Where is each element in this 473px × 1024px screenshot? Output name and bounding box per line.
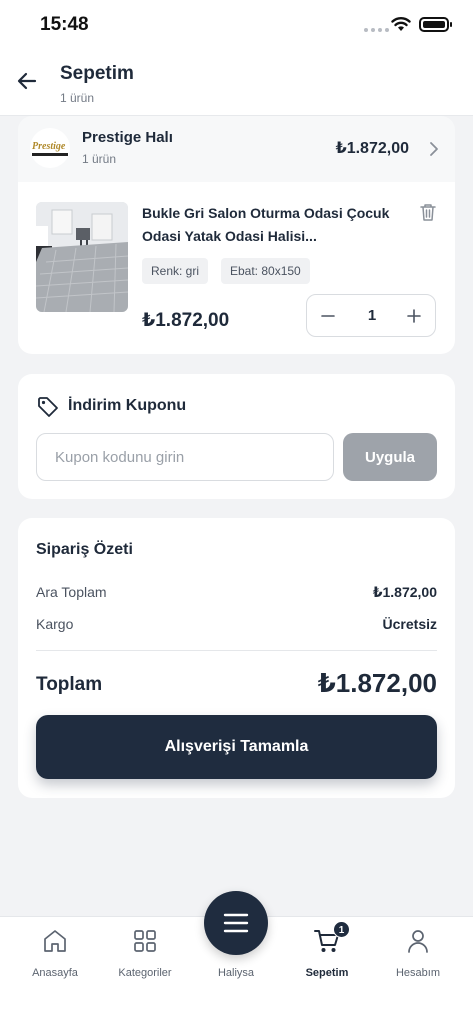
order-summary-card: Sipariş Özeti Ara Toplam ₺1.872,00 Kargo… (18, 518, 455, 798)
shipping-value: Ücretsiz (382, 616, 437, 632)
store-row[interactable]: Prestige Prestige Halı 1 ürün ₺1.872,00 (18, 116, 455, 182)
cart-item: Bukle Gri Salon Oturma Odasi Çocuk Odasi… (18, 182, 455, 354)
divider (36, 650, 437, 651)
product-image[interactable] (36, 202, 128, 312)
tab-label: Hesabım (395, 967, 441, 979)
product-price: ₺1.872,00 (142, 310, 230, 331)
subtotal-value: ₺1.872,00 (372, 584, 437, 600)
tab-categories[interactable]: Kategoriler (100, 927, 190, 979)
signal-icon (364, 28, 389, 32)
checkout-button[interactable]: Alışverişi Tamamla (36, 715, 437, 779)
tab-cart[interactable]: 1 Sepetim (282, 921, 372, 979)
chevron-right-icon[interactable] (429, 141, 439, 157)
apply-coupon-button[interactable]: Uygula (343, 433, 437, 481)
item-count: 1 ürün (60, 91, 95, 105)
battery-icon (419, 17, 452, 32)
color-chip: Renk: gri (142, 258, 209, 284)
cart-badge: 1 (333, 921, 350, 938)
coupon-title: İndirim Kuponu (68, 397, 187, 414)
quantity-stepper: 1 (306, 294, 436, 337)
tab-label: Sepetim (305, 967, 349, 979)
summary-title: Sipariş Özeti (36, 541, 133, 558)
home-icon (44, 930, 66, 952)
store-item-count: 1 ürün (82, 152, 117, 166)
product-name[interactable]: Bukle Gri Salon Oturma Odasi Çocuk Odasi… (142, 202, 404, 248)
total-label: Toplam (36, 674, 103, 695)
shipping-label: Kargo (36, 616, 74, 632)
tab-label: Anasayfa (32, 967, 78, 979)
tag-icon (38, 397, 58, 417)
menu-icon (223, 913, 249, 933)
tab-home[interactable]: Anasayfa (10, 927, 100, 979)
wifi-icon (391, 17, 411, 31)
trash-icon[interactable] (419, 202, 437, 222)
status-bar: 15:48 (0, 0, 473, 52)
store-logo: Prestige (30, 128, 70, 168)
size-chip: Ebat: 80x150 (221, 258, 310, 284)
page-title: Sepetim (60, 63, 134, 84)
tab-label: Kategoriler (118, 967, 172, 979)
tab-account[interactable]: Hesabım (373, 927, 463, 979)
grid-icon (134, 930, 156, 952)
user-icon (408, 930, 428, 953)
subtotal-label: Ara Toplam (36, 584, 107, 600)
store-total: ₺1.872,00 (335, 140, 409, 157)
store-name: Prestige Halı (82, 129, 173, 146)
status-time: 15:48 (40, 14, 89, 35)
page-header: Sepetim 1 ürün (0, 52, 473, 116)
plus-icon[interactable] (403, 305, 425, 327)
coupon-card: İndirim Kuponu Uygula (18, 374, 455, 499)
arrow-left-icon[interactable] (16, 70, 38, 92)
menu-fab-button[interactable] (204, 891, 268, 955)
tab-label: Haliysa (217, 967, 255, 979)
coupon-input[interactable] (36, 433, 334, 481)
total-value: ₺1.872,00 (317, 668, 437, 698)
